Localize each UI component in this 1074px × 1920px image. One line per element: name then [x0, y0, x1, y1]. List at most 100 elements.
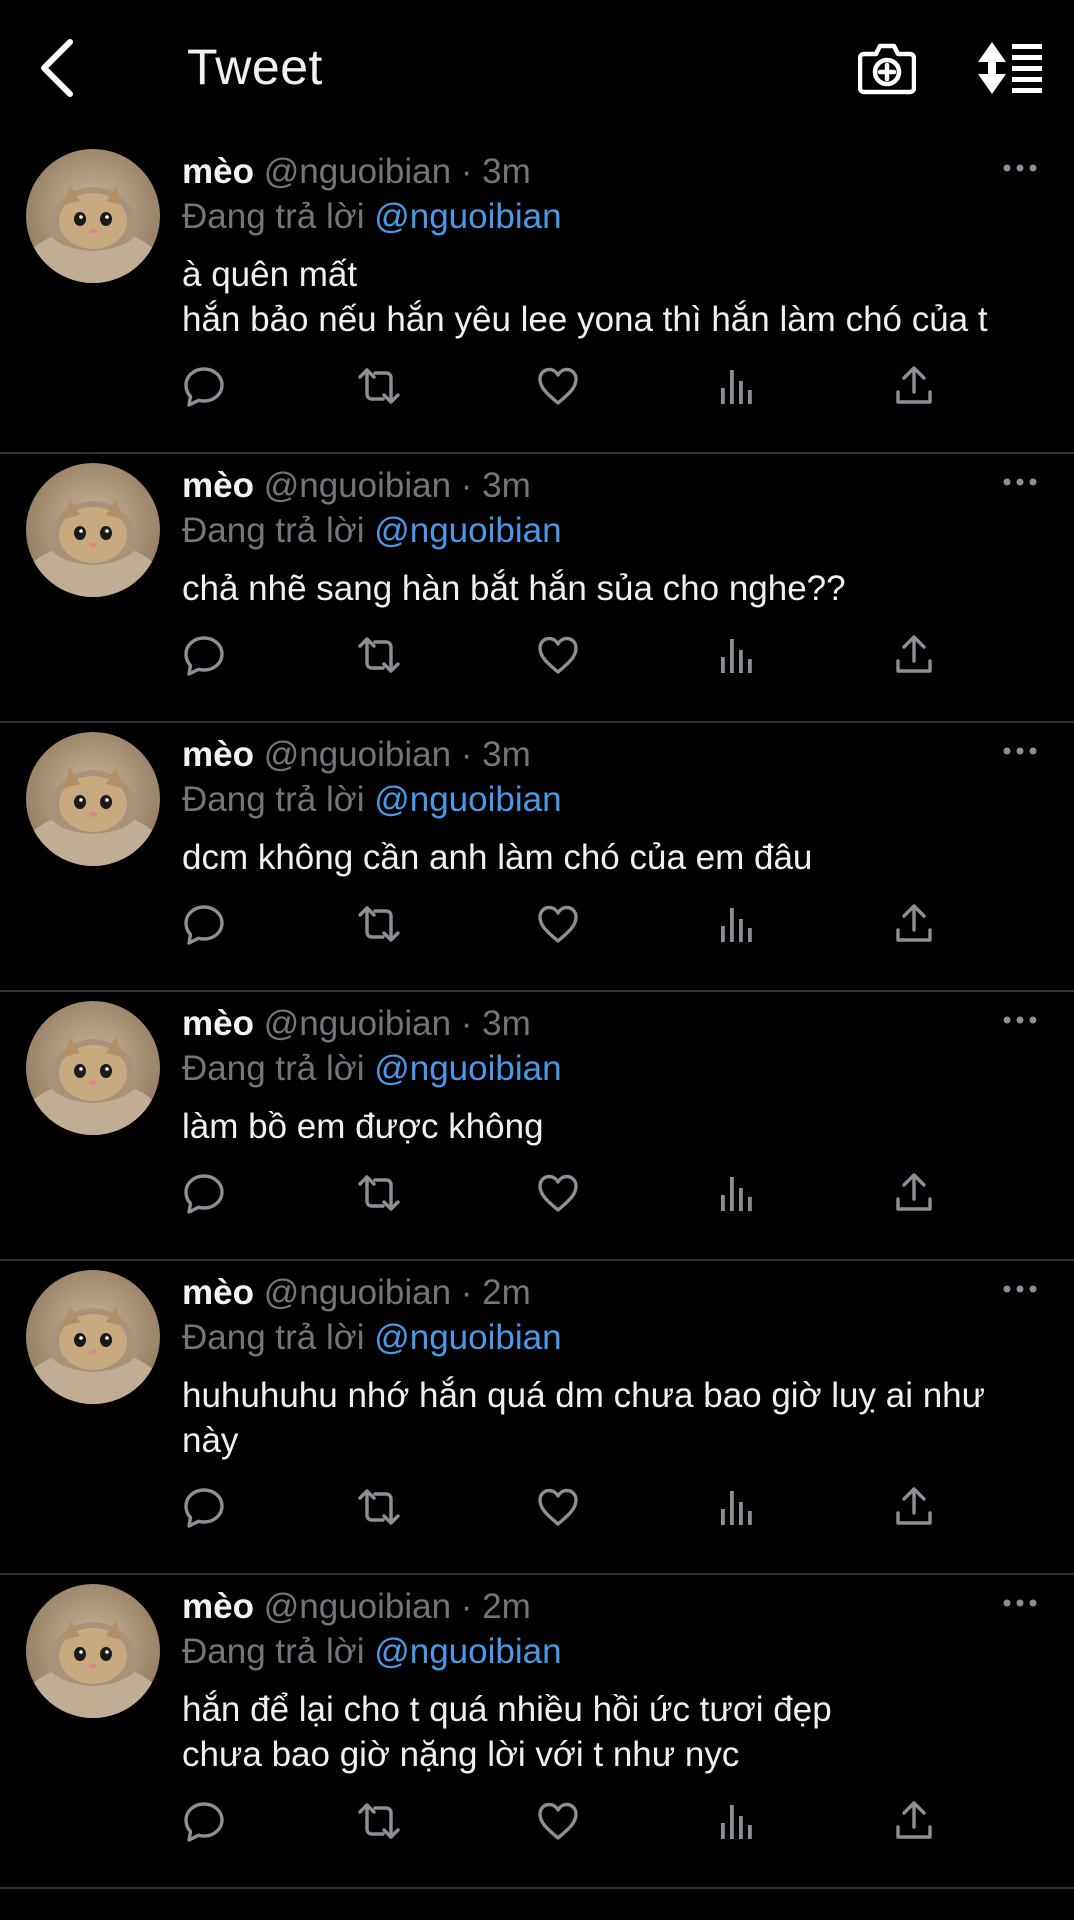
- tweet[interactable]: mèo @nguoibian · 3m Đang trả lời @nguoib…: [0, 140, 1074, 454]
- tweet[interactable]: mèo @nguoibian · 3m Đang trả lời @nguoib…: [0, 992, 1074, 1261]
- mention-link[interactable]: @nguoibian: [374, 511, 561, 550]
- views-button[interactable]: [714, 633, 758, 677]
- back-button[interactable]: [34, 36, 82, 100]
- tweet-text: dcm không cần anh làm chó của em đâu: [182, 838, 813, 877]
- separator-dot: ·: [460, 1273, 473, 1312]
- cat-avatar-icon: [26, 1001, 160, 1135]
- more-options-button[interactable]: [1002, 158, 1038, 178]
- retweet-button[interactable]: [357, 1799, 401, 1843]
- user-handle[interactable]: @nguoibian: [264, 1004, 451, 1043]
- tweet-meta: mèo @nguoibian · 3m: [182, 733, 1044, 777]
- display-name[interactable]: mèo: [182, 735, 254, 774]
- avatar[interactable]: [26, 1270, 160, 1404]
- share-button[interactable]: [892, 364, 936, 408]
- user-handle[interactable]: @nguoibian: [264, 466, 451, 505]
- reply-button[interactable]: [182, 1171, 226, 1215]
- sort-button[interactable]: [978, 42, 1042, 94]
- timestamp: 3m: [482, 735, 531, 774]
- mention-link[interactable]: @nguoibian: [374, 1632, 561, 1671]
- more-options-button[interactable]: [1002, 1279, 1038, 1299]
- tweet[interactable]: mèo @nguoibian · 2m Đang trả lời @nguoib…: [0, 1575, 1074, 1889]
- tweet[interactable]: mèo @nguoibian · 3m Đang trả lời @nguoib…: [0, 454, 1074, 723]
- share-button[interactable]: [892, 633, 936, 677]
- more-options-button[interactable]: [1002, 472, 1038, 492]
- views-button[interactable]: [714, 1799, 758, 1843]
- tweet-body: mèo @nguoibian · 2m Đang trả lời @nguoib…: [182, 1261, 1074, 1573]
- reply-button[interactable]: [182, 633, 226, 677]
- camera-plus-icon: [858, 43, 916, 95]
- retweet-button[interactable]: [357, 1171, 401, 1215]
- user-handle[interactable]: @nguoibian: [264, 1273, 451, 1312]
- retweet-icon: [358, 1803, 400, 1839]
- more-options-button[interactable]: [1002, 1010, 1038, 1030]
- share-button[interactable]: [892, 902, 936, 946]
- retweet-button[interactable]: [357, 902, 401, 946]
- separator-dot: ·: [460, 1004, 473, 1043]
- user-handle[interactable]: @nguoibian: [264, 152, 451, 191]
- cat-avatar-icon: [26, 463, 160, 597]
- like-button[interactable]: [536, 364, 580, 408]
- reply-button[interactable]: [182, 1485, 226, 1529]
- retweet-button[interactable]: [357, 1485, 401, 1529]
- separator-dot: ·: [460, 466, 473, 505]
- like-button[interactable]: [536, 1485, 580, 1529]
- mention-link[interactable]: @nguoibian: [374, 1318, 561, 1357]
- more-options-button[interactable]: [1002, 1593, 1038, 1613]
- camera-button[interactable]: [858, 40, 916, 96]
- retweet-icon: [358, 906, 400, 942]
- display-name[interactable]: mèo: [182, 1587, 254, 1626]
- retweet-icon: [358, 637, 400, 673]
- more-options-button[interactable]: [1002, 741, 1038, 761]
- like-button[interactable]: [536, 1171, 580, 1215]
- tweet-meta: mèo @nguoibian · 2m: [182, 1271, 1044, 1315]
- avatar[interactable]: [26, 732, 160, 866]
- separator-dot: ·: [460, 1587, 473, 1626]
- avatar[interactable]: [26, 149, 160, 283]
- reply-button[interactable]: [182, 1799, 226, 1843]
- retweet-button[interactable]: [357, 633, 401, 677]
- reply-button[interactable]: [182, 902, 226, 946]
- like-button[interactable]: [536, 1799, 580, 1843]
- views-button[interactable]: [714, 364, 758, 408]
- share-button[interactable]: [892, 1171, 936, 1215]
- replying-to: Đang trả lời @nguoibian: [182, 777, 1044, 823]
- retweet-button[interactable]: [357, 364, 401, 408]
- display-name[interactable]: mèo: [182, 1273, 254, 1312]
- display-name[interactable]: mèo: [182, 1004, 254, 1043]
- views-icon: [721, 1805, 752, 1839]
- tweet-body: mèo @nguoibian · 3m Đang trả lời @nguoib…: [182, 992, 1074, 1259]
- mention-link[interactable]: @nguoibian: [374, 197, 561, 236]
- views-button[interactable]: [714, 1171, 758, 1215]
- reply-button[interactable]: [182, 364, 226, 408]
- mention-link[interactable]: @nguoibian: [374, 780, 561, 819]
- tweet[interactable]: mèo @nguoibian · 3m Đang trả lời @nguoib…: [0, 723, 1074, 992]
- mention-link[interactable]: @nguoibian: [374, 1049, 561, 1088]
- more-horizontal-icon: [1003, 478, 1037, 486]
- reply-icon: [184, 367, 224, 407]
- timestamp: 2m: [482, 1587, 531, 1626]
- avatar[interactable]: [26, 463, 160, 597]
- display-name[interactable]: mèo: [182, 466, 254, 505]
- tweet-meta: mèo @nguoibian · 3m: [182, 150, 1044, 194]
- share-button[interactable]: [892, 1799, 936, 1843]
- avatar[interactable]: [26, 1001, 160, 1135]
- avatar[interactable]: [26, 1584, 160, 1718]
- share-icon: [896, 1173, 932, 1211]
- chevron-left-icon: [41, 39, 73, 97]
- user-handle[interactable]: @nguoibian: [264, 735, 451, 774]
- views-button[interactable]: [714, 902, 758, 946]
- display-name[interactable]: mèo: [182, 152, 254, 191]
- action-bar: [182, 1149, 1044, 1259]
- cat-avatar-icon: [26, 149, 160, 283]
- like-button[interactable]: [536, 902, 580, 946]
- share-button[interactable]: [892, 1485, 936, 1529]
- like-icon: [538, 1174, 578, 1212]
- tweet[interactable]: mèo @nguoibian · 2m Đang trả lời @nguoib…: [0, 1261, 1074, 1575]
- user-handle[interactable]: @nguoibian: [264, 1587, 451, 1626]
- views-button[interactable]: [714, 1485, 758, 1529]
- like-button[interactable]: [536, 633, 580, 677]
- replying-to-label: Đang trả lời: [182, 197, 365, 236]
- sort-icon: [978, 42, 1042, 94]
- more-horizontal-icon: [1003, 1016, 1037, 1024]
- replying-to-label: Đang trả lời: [182, 1318, 365, 1357]
